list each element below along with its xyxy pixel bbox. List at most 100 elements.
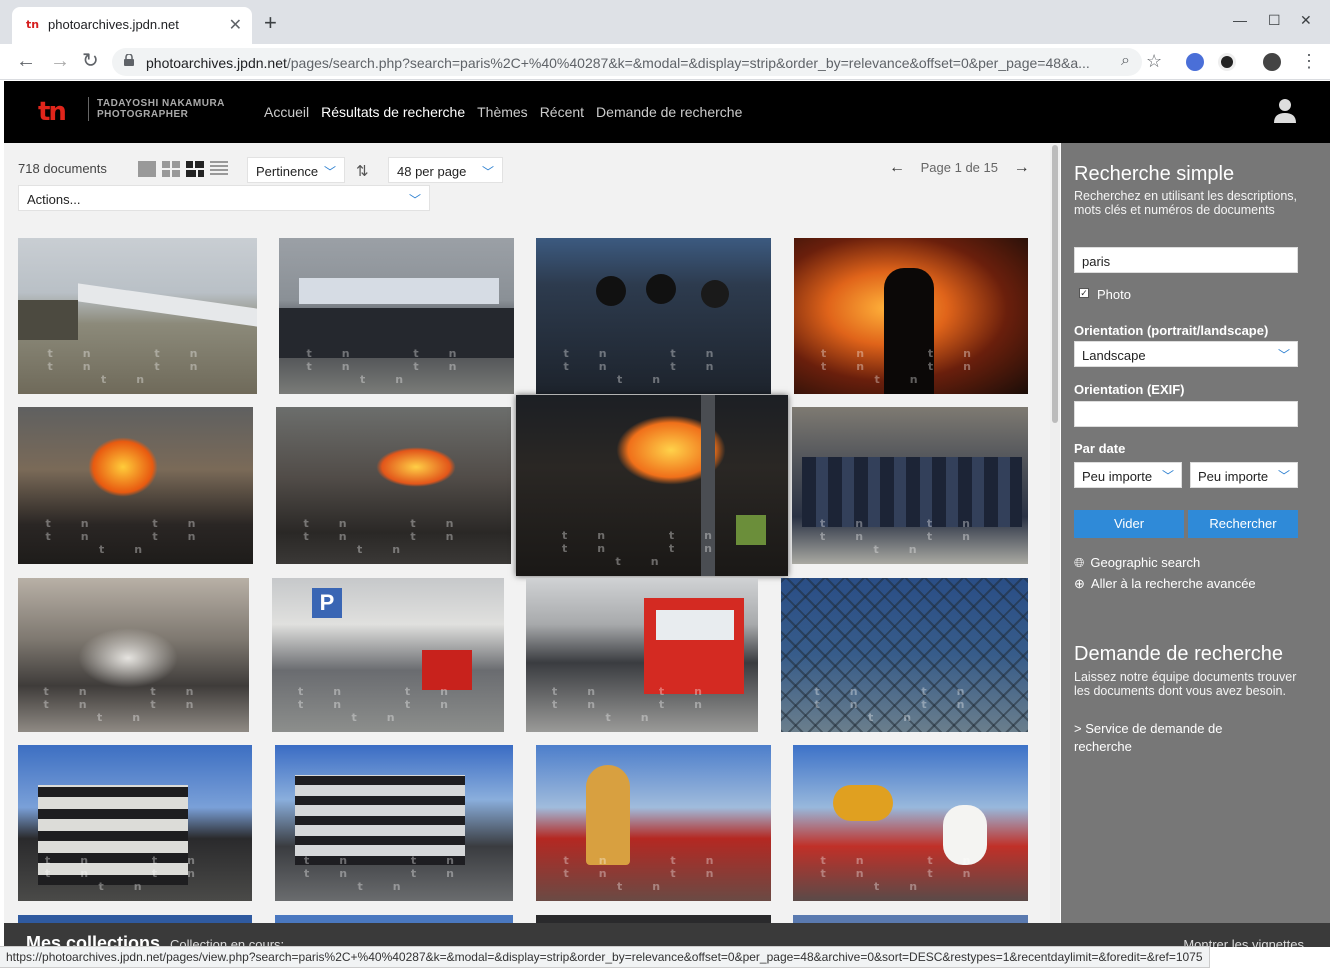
extension-shield-icon[interactable] bbox=[1218, 53, 1236, 71]
view-grid-icon[interactable] bbox=[161, 160, 181, 178]
magnifier-plus-icon: ⊕ bbox=[1074, 576, 1085, 591]
sort-order-select[interactable]: Pertinence ﹀ bbox=[247, 157, 345, 183]
result-thumbnail[interactable]: tn tn tn tn tn bbox=[536, 745, 771, 901]
thumbnail-watermark: tn tn tn tn tn bbox=[303, 854, 484, 893]
date-to-select[interactable]: Peu importe ﹀ bbox=[1190, 462, 1298, 488]
sort-direction-icon[interactable]: ⇅ bbox=[356, 162, 369, 180]
chevron-down-icon: ﹀ bbox=[1274, 467, 1290, 484]
date-from-select[interactable]: Peu importe ﹀ bbox=[1074, 462, 1182, 488]
request-description: Laissez notre équipe documents trouver l… bbox=[1074, 670, 1297, 698]
menu-demande[interactable]: Demande de recherche bbox=[596, 104, 742, 120]
menu-resultats[interactable]: Résultats de recherche bbox=[321, 104, 465, 120]
url-host: photoarchives.jpdn.net bbox=[146, 55, 287, 71]
search-sidebar: Recherche simple Recherchez en utilisant… bbox=[1061, 143, 1330, 923]
browser-tab[interactable]: tn photoarchives.jpdn.net ✕ bbox=[12, 7, 252, 44]
globe-icon: 🌐︎ bbox=[1074, 555, 1085, 570]
back-icon[interactable]: ← bbox=[16, 50, 36, 72]
new-tab-icon[interactable]: + bbox=[264, 12, 277, 34]
window-close-icon[interactable]: ✕ bbox=[1300, 12, 1312, 29]
next-page-icon[interactable]: → bbox=[1014, 159, 1030, 176]
menu-accueil[interactable]: Accueil bbox=[264, 104, 309, 120]
logo-divider bbox=[88, 97, 89, 121]
thumbnail-watermark: tn tn tn tn tn bbox=[819, 517, 1000, 556]
result-thumbnail[interactable]: tn tn tn tn tn bbox=[794, 238, 1028, 394]
user-icon[interactable] bbox=[1274, 99, 1296, 123]
exif-orientation-input[interactable] bbox=[1074, 401, 1298, 427]
search-input[interactable]: paris bbox=[1074, 247, 1298, 273]
actions-value: Actions... bbox=[27, 192, 81, 207]
prev-page-icon[interactable]: ← bbox=[889, 159, 905, 176]
result-thumbnail[interactable]: tn tn tn tn tn bbox=[18, 238, 257, 394]
maximize-icon[interactable]: ☐ bbox=[1268, 12, 1281, 29]
orientation-label: Orientation (portrait/landscape) bbox=[1074, 323, 1269, 338]
view-strip-icon[interactable] bbox=[185, 160, 205, 178]
view-large-icon[interactable] bbox=[137, 160, 157, 178]
collections-bar: Mes collections Collection en cours: Mon… bbox=[4, 923, 1330, 947]
tab-close-icon[interactable]: ✕ bbox=[229, 15, 242, 35]
address-bar[interactable]: photoarchives.jpdn.net/pages/search.php?… bbox=[112, 48, 1142, 76]
thumbnail-watermark: tn tn tn tn tn bbox=[43, 685, 224, 724]
scrollbar-thumb[interactable] bbox=[1052, 145, 1058, 423]
bookmark-star-icon[interactable]: ☆ bbox=[1146, 50, 1162, 72]
search-button[interactable]: Rechercher bbox=[1188, 510, 1298, 538]
result-thumbnail[interactable]: tn tn tn tn tn bbox=[793, 745, 1028, 901]
date-to-value: Peu importe bbox=[1198, 469, 1269, 484]
thumbnail-watermark: tn tn tn tn tn bbox=[563, 854, 744, 893]
zoom-icon[interactable]: ⌕ bbox=[1121, 52, 1130, 70]
result-thumbnail[interactable] bbox=[536, 915, 771, 923]
logo-line-name: TADAYOSHI NAKAMURA bbox=[97, 98, 225, 109]
result-thumbnail[interactable]: tn tn tn tn tn bbox=[279, 238, 514, 394]
profile-icon[interactable] bbox=[1263, 53, 1281, 71]
extension-icon[interactable] bbox=[1186, 53, 1204, 71]
tab-title: photoarchives.jpdn.net bbox=[48, 17, 179, 32]
orientation-select[interactable]: Landscape ﹀ bbox=[1074, 341, 1298, 367]
photo-checkbox[interactable]: ✓ bbox=[1079, 288, 1089, 298]
menu-recent[interactable]: Récent bbox=[540, 104, 584, 120]
reload-icon[interactable]: ↻ bbox=[82, 50, 99, 72]
result-thumbnail[interactable]: P tn tn tn tn tn bbox=[272, 578, 504, 732]
result-thumbnail[interactable]: tn tn tn tn tn bbox=[18, 578, 249, 732]
results-scrollbar[interactable] bbox=[1050, 143, 1060, 923]
thumbnail-watermark: tn tn tn tn tn bbox=[44, 854, 225, 893]
menu-themes[interactable]: Thèmes bbox=[477, 104, 528, 120]
result-thumbnail[interactable]: tn tn tn tn tn bbox=[276, 407, 511, 564]
result-thumbnail[interactable] bbox=[793, 915, 1028, 923]
geographic-search-link[interactable]: 🌐︎ Geographic search bbox=[1074, 555, 1200, 571]
sort-order-value: Pertinence bbox=[256, 164, 319, 179]
browser-tab-strip: tn photoarchives.jpdn.net ✕ + — ☐ ✕ bbox=[0, 0, 1330, 44]
collections-title[interactable]: Mes collections bbox=[26, 933, 160, 947]
thumbnail-watermark: tn tn tn tn tn bbox=[306, 347, 487, 386]
result-thumbnail[interactable]: tn tn tn tn tn bbox=[18, 745, 252, 901]
result-thumbnail[interactable]: tn tn tn tn tn bbox=[536, 238, 771, 394]
view-list-icon[interactable] bbox=[209, 160, 229, 178]
actions-select[interactable]: Actions... ﹀ bbox=[18, 185, 430, 211]
view-mode-switcher bbox=[137, 160, 229, 178]
advanced-search-label: Aller à la recherche avancée bbox=[1090, 576, 1256, 591]
result-thumbnail[interactable] bbox=[18, 915, 252, 923]
logo-text[interactable]: TADAYOSHI NAKAMURA PHOTOGRAPHER bbox=[97, 98, 225, 120]
result-thumbnail[interactable] bbox=[275, 915, 513, 923]
document-count: 718 documents bbox=[18, 161, 107, 176]
result-thumbnail[interactable]: tn tn tn tn tn bbox=[781, 578, 1028, 732]
date-from-value: Peu importe bbox=[1082, 469, 1153, 484]
exif-orientation-label: Orientation (EXIF) bbox=[1074, 382, 1185, 397]
result-thumbnail[interactable]: tn tn tn tn tn bbox=[275, 745, 513, 901]
date-label: Par date bbox=[1074, 441, 1126, 456]
clear-button[interactable]: Vider bbox=[1074, 510, 1184, 538]
minimize-icon[interactable]: — bbox=[1233, 12, 1247, 28]
result-thumbnail[interactable]: tn tn tn tn tn bbox=[792, 407, 1028, 564]
per-page-select[interactable]: 48 per page ﹀ bbox=[388, 157, 503, 183]
request-service-link[interactable]: > Service de demande de recherche bbox=[1074, 720, 1274, 756]
browser-menu-icon[interactable]: ⋮ bbox=[1300, 50, 1318, 72]
result-thumbnail[interactable]: tn tn tn tn tn bbox=[526, 578, 758, 732]
forward-icon[interactable]: → bbox=[50, 50, 70, 72]
thumbnail-watermark: tn tn tn tn tn bbox=[297, 685, 478, 724]
thumbnail-watermark: tn tn tn tn tn bbox=[820, 854, 1001, 893]
result-thumbnail-hover[interactable]: tn tn tn tn tn bbox=[516, 395, 788, 576]
photo-checkbox-label: Photo bbox=[1097, 287, 1131, 302]
address-url: photoarchives.jpdn.net/pages/search.php?… bbox=[146, 55, 1106, 71]
advanced-search-link[interactable]: ⊕ Aller à la recherche avancée bbox=[1074, 576, 1256, 592]
browser-toolbar: ← → ↻ photoarchives.jpdn.net/pages/searc… bbox=[0, 44, 1330, 80]
result-thumbnail[interactable]: tn tn tn tn tn bbox=[18, 407, 253, 564]
site-logo[interactable]: tn bbox=[38, 97, 67, 127]
